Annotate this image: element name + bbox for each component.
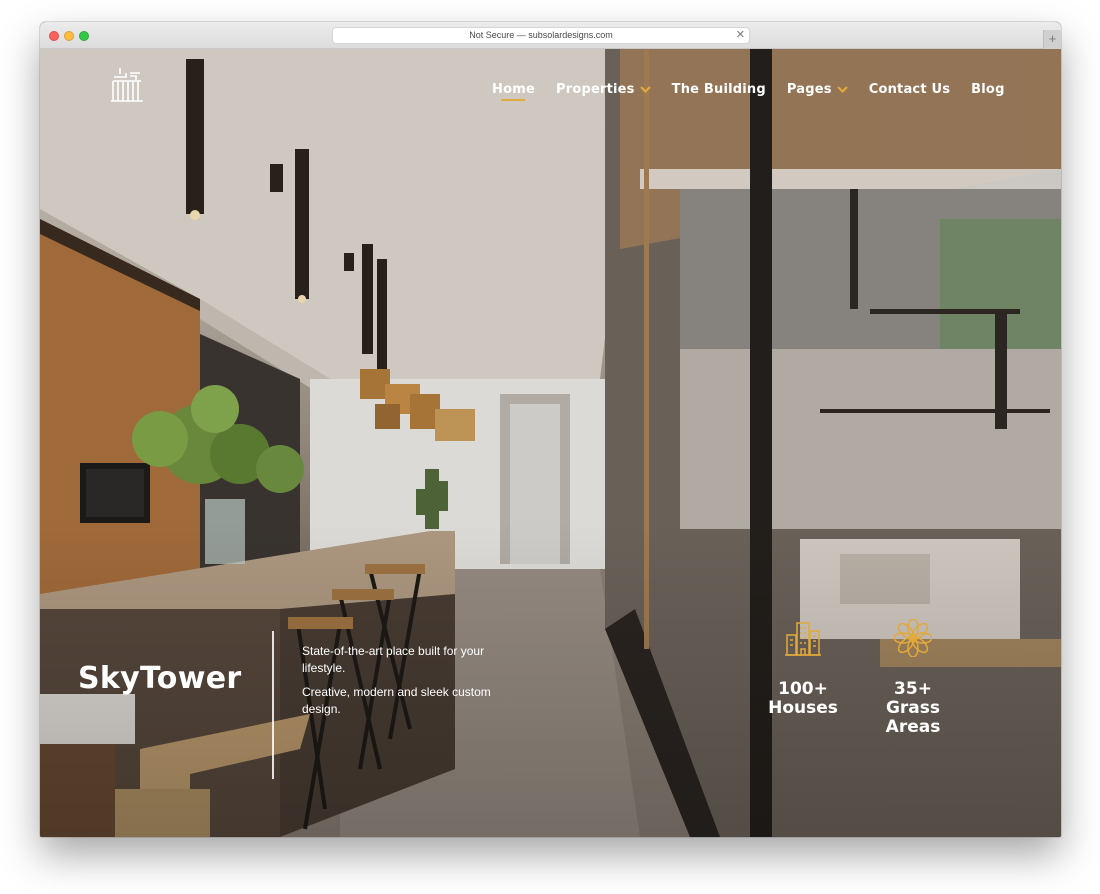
active-indicator bbox=[501, 99, 526, 101]
nav-properties[interactable]: Properties bbox=[556, 77, 651, 101]
hero-section: Home Properties The Building Pages Conta… bbox=[40, 49, 1061, 837]
tagline-line-1: State-of-the-art place built for your li… bbox=[302, 644, 485, 675]
tower-logo-icon bbox=[111, 68, 143, 102]
nav-home-label: Home bbox=[492, 81, 535, 97]
nav-blog-label: Blog bbox=[971, 81, 1005, 97]
chevron-down-icon bbox=[639, 85, 651, 93]
nav-home[interactable]: Home bbox=[492, 77, 535, 101]
hero-title: SkyTower bbox=[78, 661, 242, 696]
buildings-icon bbox=[785, 622, 821, 656]
tagline-line-2: Creative, modern and sleek custom design… bbox=[302, 685, 491, 716]
address-bar[interactable]: Not Secure — subsolardesigns.com ✕ bbox=[332, 27, 750, 44]
new-tab-button[interactable]: + bbox=[1043, 30, 1061, 49]
nav-the-building-label: The Building bbox=[671, 81, 766, 97]
stat-grass-areas: 35+ Grass Areas bbox=[868, 619, 958, 737]
close-icon[interactable]: ✕ bbox=[736, 28, 745, 43]
stat-grass-areas-label: Grass Areas bbox=[885, 698, 941, 737]
zoom-window-button[interactable] bbox=[79, 31, 89, 41]
browser-titlebar: Not Secure — subsolardesigns.com ✕ + bbox=[40, 22, 1061, 49]
nav-properties-label: Properties bbox=[555, 81, 635, 97]
flower-icon bbox=[894, 619, 932, 657]
stat-houses-value: 100+ bbox=[778, 679, 828, 699]
hero-divider bbox=[272, 631, 274, 779]
chevron-down-icon bbox=[836, 85, 848, 93]
nav-blog[interactable]: Blog bbox=[971, 77, 1004, 101]
skytower-logo[interactable] bbox=[110, 67, 144, 108]
hero-tagline: State-of-the-art place built for your li… bbox=[302, 643, 492, 725]
nav-contact-us[interactable]: Contact Us bbox=[869, 77, 950, 101]
stat-grass-areas-value: 35+ bbox=[894, 679, 932, 699]
browser-window: Not Secure — subsolardesigns.com ✕ + Hom… bbox=[40, 22, 1061, 837]
nav-pages-label: Pages bbox=[786, 81, 832, 97]
stat-houses-label: Houses bbox=[768, 698, 838, 718]
minimize-window-button[interactable] bbox=[64, 31, 74, 41]
nav-contact-us-label: Contact Us bbox=[868, 81, 951, 97]
address-text: Not Secure — subsolardesigns.com bbox=[469, 30, 613, 40]
close-window-button[interactable] bbox=[49, 31, 59, 41]
nav-pages[interactable]: Pages bbox=[787, 77, 848, 101]
nav-the-building[interactable]: The Building bbox=[672, 77, 766, 101]
stat-houses: 100+ Houses bbox=[758, 619, 848, 718]
main-nav: Home Properties The Building Pages Conta… bbox=[492, 77, 1005, 101]
